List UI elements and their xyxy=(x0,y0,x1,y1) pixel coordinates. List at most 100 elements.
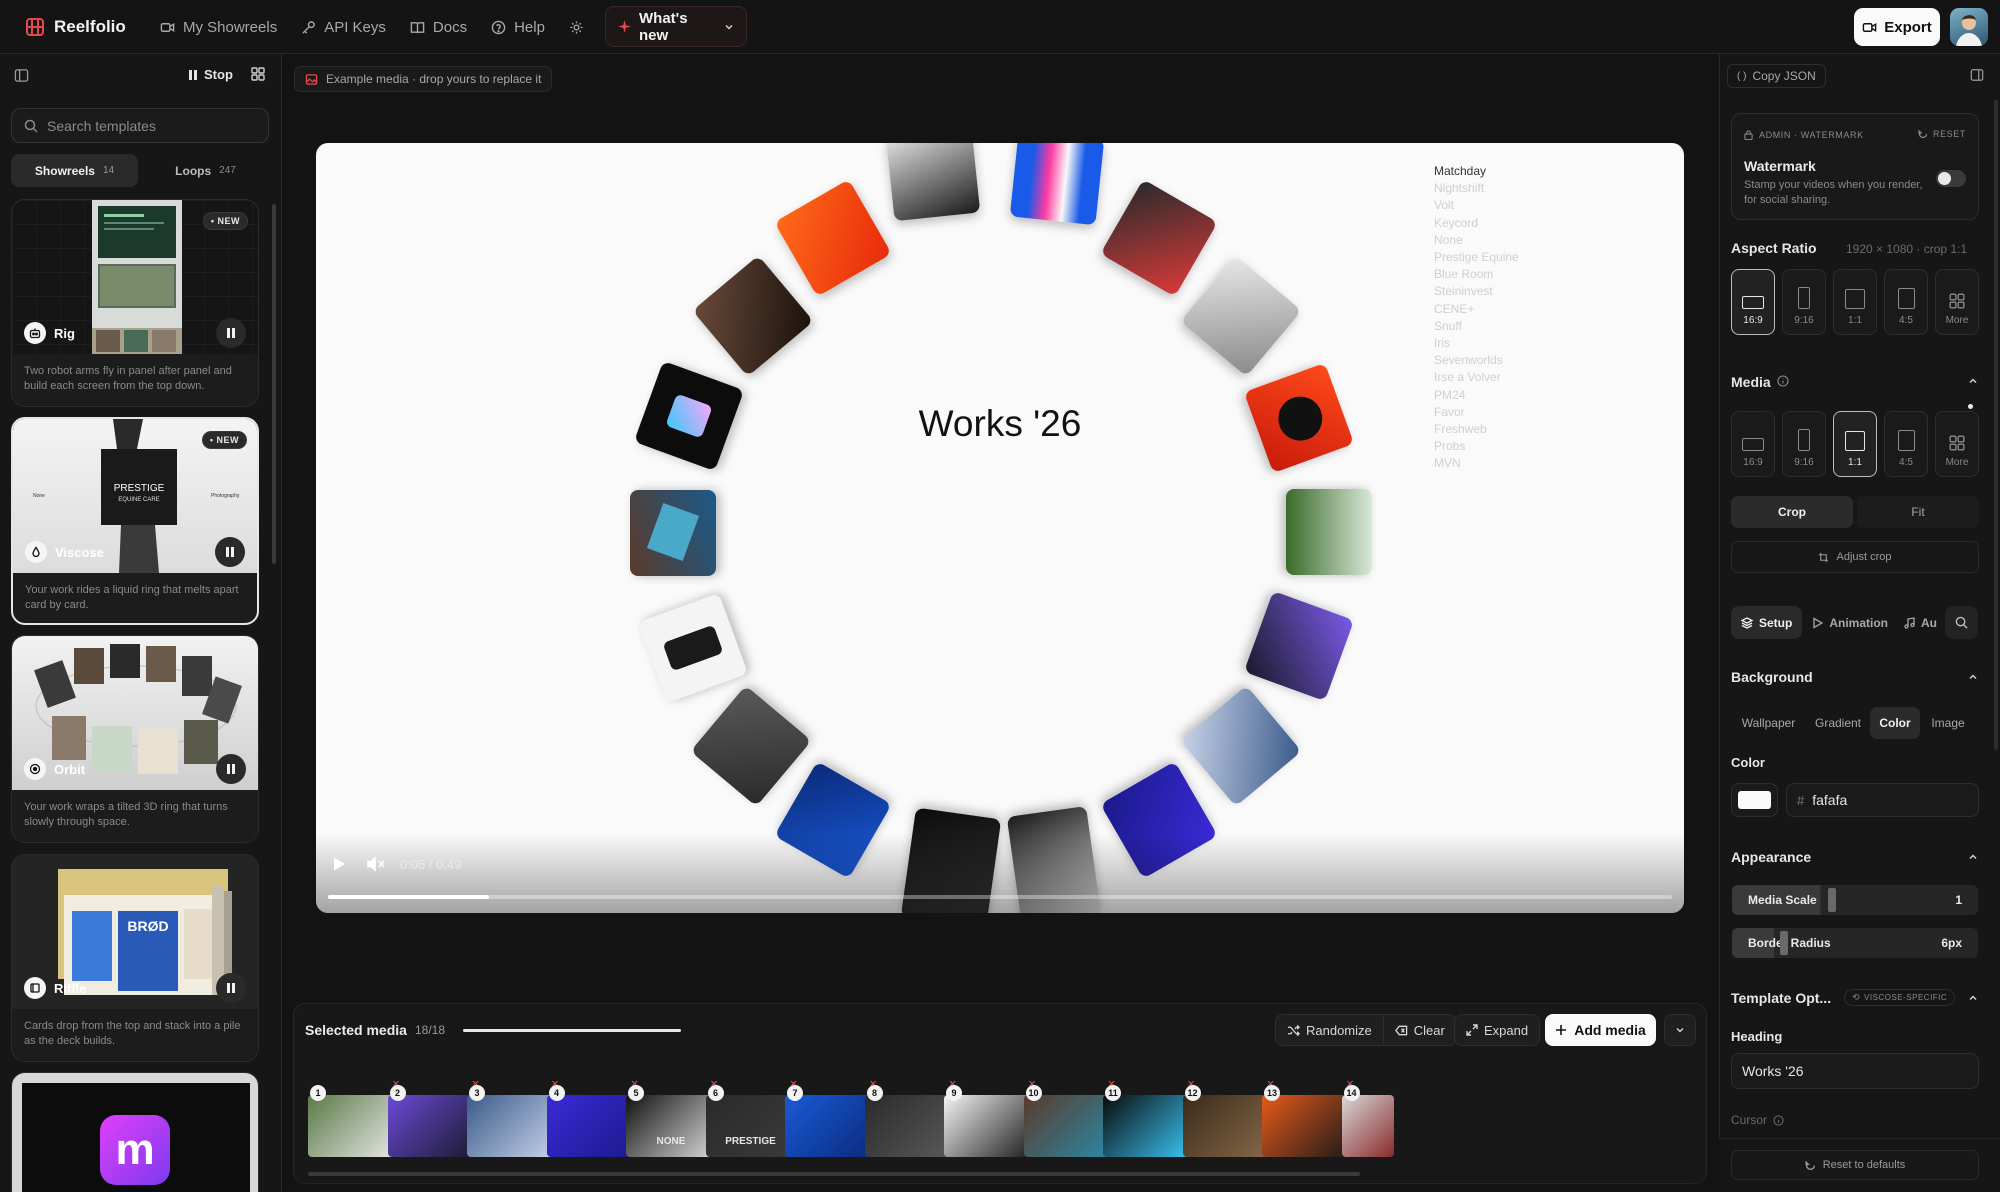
color-hex-input[interactable]: # fafafa xyxy=(1786,783,1979,817)
border-radius-slider[interactable]: Border Radius 6px xyxy=(1732,928,1978,958)
tray-title: Selected media xyxy=(305,1022,407,1038)
aspect-option[interactable]: More xyxy=(1935,411,1979,477)
settings-scrollbar[interactable] xyxy=(1994,100,1998,750)
pause-button[interactable] xyxy=(216,973,246,1003)
nav-help[interactable]: Help xyxy=(481,9,555,45)
bg-option-gradient[interactable]: Gradient xyxy=(1806,707,1870,739)
template-card-rig[interactable]: • NEW Rig Two robot arms fly in panel af… xyxy=(11,199,259,407)
sidebar-toggle-icon[interactable] xyxy=(14,68,29,83)
chevron-up-icon[interactable] xyxy=(1968,852,1978,862)
media-scale-slider[interactable]: Media Scale 1 xyxy=(1732,885,1978,915)
link-icon: ⟲ xyxy=(1852,992,1861,1002)
tab-audio[interactable]: Au xyxy=(1898,606,1943,639)
card-text: PRESTIGE xyxy=(114,483,165,494)
pause-button[interactable] xyxy=(215,537,245,567)
aspect-option[interactable]: 1:1 xyxy=(1833,269,1877,335)
media-thumbnail[interactable]: PRESTIGE xyxy=(705,1095,796,1157)
reset-defaults-button[interactable]: Reset to defaults xyxy=(1731,1150,1979,1180)
chevron-up-icon[interactable] xyxy=(1968,993,1978,1003)
button-label: Randomize xyxy=(1306,1022,1372,1038)
media-thumbnail[interactable] xyxy=(1341,1095,1394,1157)
settings-search-button[interactable] xyxy=(1945,606,1978,639)
template-card-partial[interactable]: m xyxy=(11,1072,259,1192)
nav-label: Help xyxy=(514,18,545,36)
export-button[interactable]: Export xyxy=(1854,8,1940,46)
aspect-option[interactable]: 4:5 xyxy=(1884,411,1928,477)
media-title: Media xyxy=(1731,374,1771,390)
pause-button[interactable] xyxy=(216,318,246,348)
bg-option-image[interactable]: Image xyxy=(1920,707,1976,739)
aspect-option[interactable]: 16:9 xyxy=(1731,269,1775,335)
chevron-up-icon[interactable] xyxy=(1968,376,1978,386)
panel-toggle-icon[interactable] xyxy=(1970,68,1984,82)
tab-showreels[interactable]: Showreels 14 xyxy=(11,154,138,187)
media-thumbnail[interactable] xyxy=(308,1095,398,1157)
sidebar-scrollbar[interactable] xyxy=(272,204,276,564)
stop-button[interactable]: Stop xyxy=(188,67,233,82)
search-icon xyxy=(1955,616,1968,629)
media-thumbnail[interactable] xyxy=(864,1095,955,1157)
media-thumbnail[interactable] xyxy=(546,1095,637,1157)
video-progress-track[interactable] xyxy=(328,895,1672,899)
aspect-option[interactable]: 16:9 xyxy=(1731,411,1775,477)
nav-api-keys[interactable]: API Keys xyxy=(291,9,396,45)
export-video-icon xyxy=(1862,20,1877,35)
fit-option[interactable]: Fit xyxy=(1857,496,1979,528)
whats-new-button[interactable]: What's new xyxy=(605,6,747,47)
aspect-option[interactable]: 9:16 xyxy=(1782,269,1826,335)
nav-docs[interactable]: Docs xyxy=(400,9,477,45)
mute-icon[interactable] xyxy=(366,855,386,873)
watermark-toggle[interactable] xyxy=(1936,170,1966,187)
nav-my-showreels[interactable]: My Showreels xyxy=(150,9,287,45)
media-thumbnail[interactable] xyxy=(1023,1095,1114,1157)
add-media-button[interactable]: Add media xyxy=(1545,1014,1656,1046)
brand[interactable]: Reelfolio xyxy=(26,17,126,37)
slider-thumb[interactable] xyxy=(1828,888,1836,912)
copy-json-button[interactable]: ( ) Copy JSON xyxy=(1727,64,1826,88)
template-card-viscose[interactable]: PRESTIGE EQUINE CARE None Photography • NEW… xyxy=(11,417,259,625)
template-name: Orbit xyxy=(24,758,85,780)
bg-option-color[interactable]: Color xyxy=(1870,707,1920,739)
grid-view-icon[interactable] xyxy=(251,67,265,81)
aspect-option[interactable]: More xyxy=(1935,269,1979,335)
media-thumbnail[interactable]: NONE xyxy=(626,1095,716,1157)
tab-loops[interactable]: Loops 247 xyxy=(142,154,269,187)
watermark-reset-button[interactable]: RESET xyxy=(1918,129,1966,139)
tab-animation[interactable]: Animation xyxy=(1804,606,1896,639)
media-thumbnail[interactable] xyxy=(785,1095,875,1157)
bg-option-wallpaper[interactable]: Wallpaper xyxy=(1731,707,1806,739)
expand-button[interactable]: Expand xyxy=(1454,1014,1541,1046)
template-card-riffle[interactable]: BRØD Riffle Cards drop from the top and … xyxy=(11,854,259,1062)
media-thumbnail[interactable] xyxy=(387,1095,478,1157)
tray-collapse-button[interactable] xyxy=(1664,1014,1696,1046)
randomize-button[interactable]: Randomize xyxy=(1275,1014,1384,1046)
info-icon[interactable] xyxy=(1773,1114,1784,1126)
adjust-crop-button[interactable]: Adjust crop xyxy=(1731,541,1979,573)
clear-button[interactable]: Clear xyxy=(1383,1014,1457,1046)
template-card-orbit[interactable]: Orbit Your work wraps a tilted 3D ring t… xyxy=(11,635,259,843)
info-icon[interactable] xyxy=(1777,375,1789,387)
layers-icon xyxy=(1741,616,1753,629)
chevron-up-icon[interactable] xyxy=(1968,672,1978,682)
play-icon[interactable] xyxy=(330,855,348,873)
template-search-input[interactable]: Search templates xyxy=(11,108,269,143)
media-thumbnail[interactable] xyxy=(1262,1095,1352,1157)
media-thumbnail[interactable] xyxy=(1182,1095,1273,1157)
aspect-option[interactable]: 9:16 xyxy=(1782,411,1826,477)
color-swatch[interactable] xyxy=(1731,783,1778,817)
media-tile xyxy=(1100,179,1218,297)
aspect-option[interactable]: 1:1 xyxy=(1833,411,1877,477)
aspect-option[interactable]: 4:5 xyxy=(1884,269,1928,335)
media-thumbnail[interactable] xyxy=(467,1095,557,1157)
media-thumbnail[interactable] xyxy=(944,1095,1034,1157)
media-strip-scrollbar[interactable] xyxy=(308,1172,1360,1176)
tab-setup[interactable]: Setup xyxy=(1731,606,1803,639)
video-preview[interactable]: Works '26 Matchday Nightshift Volt Keycord N… xyxy=(316,143,1684,913)
media-thumbnail[interactable] xyxy=(1103,1095,1193,1157)
pause-button[interactable] xyxy=(216,754,246,784)
heading-input[interactable]: Works '26 xyxy=(1731,1053,1979,1089)
crop-option[interactable]: Crop xyxy=(1731,496,1853,528)
theme-toggle[interactable] xyxy=(559,9,594,45)
avatar[interactable] xyxy=(1950,8,1988,46)
slider-thumb[interactable] xyxy=(1780,931,1788,955)
